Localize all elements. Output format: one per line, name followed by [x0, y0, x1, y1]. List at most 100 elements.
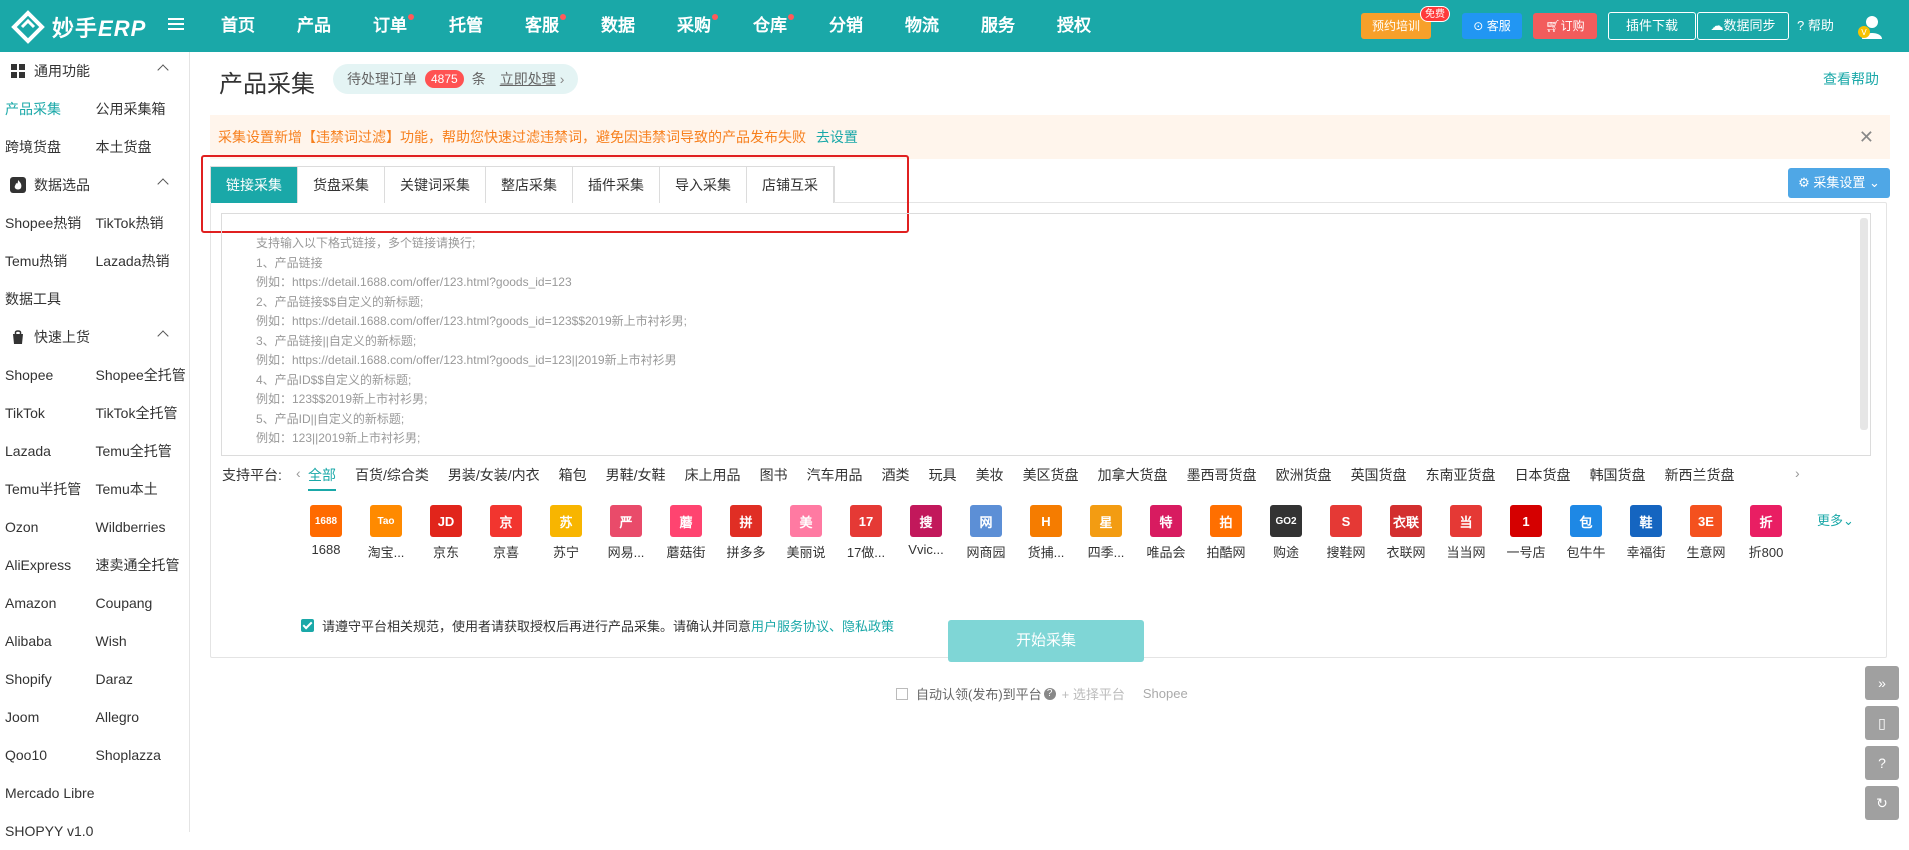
sidebar-item[interactable]: Amazon [0, 595, 96, 611]
sidebar-item[interactable]: TikTok热销 [96, 213, 189, 233]
platform-item[interactable]: 京京喜 [476, 505, 536, 561]
nav-item[interactable]: 物流 [892, 0, 952, 52]
sidebar-item[interactable]: Shopify [0, 671, 96, 687]
question-icon[interactable]: ? [1043, 687, 1056, 700]
platform-filter[interactable]: 男装/女装/内衣 [448, 465, 540, 491]
sidebar-item[interactable]: 公用采集箱 [96, 99, 189, 119]
platform-item[interactable]: 衣联 衣联网 [1376, 505, 1436, 561]
sidebar-group-quick-listing[interactable]: 快速上货 [0, 318, 189, 356]
sidebar-item[interactable]: Lazada [0, 443, 96, 459]
nav-item[interactable]: 服务 [968, 0, 1028, 52]
data-sync-button[interactable]: ☁数据同步 [1697, 12, 1789, 40]
platform-filter[interactable]: 加拿大货盘 [1098, 465, 1168, 491]
platform-item[interactable]: 蘑蘑菇街 [656, 505, 716, 561]
platform-filter[interactable]: 汽车用品 [807, 465, 863, 491]
refresh-icon[interactable]: ↻ [1865, 786, 1899, 820]
feedback-icon[interactable]: ? [1865, 746, 1899, 780]
sidebar-item[interactable]: AliExpress [0, 557, 96, 573]
platform-filter[interactable]: 酒类 [882, 465, 910, 491]
view-help-link[interactable]: 查看帮助 [1823, 69, 1879, 89]
help-button[interactable]: ? 帮助 [1797, 12, 1834, 40]
privacy-policy-link[interactable]: 隐私政策 [842, 616, 894, 635]
platform-filter[interactable]: 欧洲货盘 [1276, 465, 1332, 491]
nav-item[interactable]: 托管 [436, 0, 496, 52]
subscribe-button[interactable]: 🛒︎订购 [1533, 13, 1597, 39]
platform-filter[interactable]: 百货/综合类 [355, 465, 429, 491]
sidebar-item[interactable]: 数据工具 [0, 289, 96, 309]
sidebar-item[interactable]: Temu本土 [96, 479, 189, 499]
platform-item[interactable]: 拍拍酷网 [1196, 505, 1256, 561]
nav-item[interactable]: 产品 [284, 0, 344, 52]
sidebar-item[interactable]: 速卖通全托管 [96, 555, 189, 575]
sidebar-group-data-selection[interactable]: 数据选品 [0, 166, 189, 204]
platform-filter[interactable]: 美妆 [976, 465, 1004, 491]
platform-item[interactable]: 3E 生意网 [1676, 505, 1736, 561]
sidebar-item[interactable]: TikTok [0, 405, 96, 421]
go-settings-link[interactable]: 去设置 [816, 129, 858, 145]
platform-item[interactable]: 美美丽说 [776, 505, 836, 561]
sidebar-item[interactable]: Ozon [0, 519, 96, 535]
user-avatar-icon[interactable]: V [1856, 12, 1884, 40]
collect-settings-button[interactable]: ⚙ 采集设置 ⌄ [1788, 168, 1890, 198]
sidebar-item[interactable]: Mercado Libre [0, 785, 96, 801]
platform-filter[interactable]: 新西兰货盘 [1665, 465, 1735, 491]
sidebar-item[interactable]: 本土货盘 [96, 137, 189, 157]
sidebar-item[interactable]: Daraz [96, 671, 189, 687]
filter-scroll-right-icon[interactable]: › [1795, 465, 1800, 481]
sidebar-item[interactable]: Shopee热销 [0, 213, 96, 233]
sidebar-item[interactable]: Temu全托管 [96, 441, 189, 461]
more-platforms-link[interactable]: 更多⌄ [1817, 510, 1854, 529]
nav-item[interactable]: 仓库 [740, 0, 800, 52]
platform-filter[interactable]: 图书 [760, 465, 788, 491]
platform-item[interactable]: JD 京东 [416, 505, 476, 561]
user-agreement-link[interactable]: 用户服务协议 [751, 616, 829, 635]
platform-item[interactable]: 当当当网 [1436, 505, 1496, 561]
platform-item[interactable]: 鞋幸福街 [1616, 505, 1676, 561]
platform-filter[interactable]: 墨西哥货盘 [1187, 465, 1257, 491]
platform-item[interactable]: 苏苏宁 [536, 505, 596, 561]
sidebar-item[interactable]: 跨境货盘 [0, 137, 96, 157]
sidebar-item[interactable]: Qoo10 [0, 747, 96, 763]
process-now-link[interactable]: 立即处理 [500, 69, 556, 89]
logo[interactable]: 妙手ERP [10, 9, 146, 45]
platform-item[interactable]: 1 一号店 [1496, 505, 1556, 561]
sidebar-item[interactable]: Temu热销 [0, 251, 96, 271]
sidebar-item[interactable]: Coupang [96, 595, 189, 611]
sidebar-item[interactable]: Alibaba [0, 633, 96, 649]
plugin-download-button[interactable]: 插件下载 [1608, 12, 1696, 40]
nav-item[interactable]: 客服 [512, 0, 572, 52]
mobile-icon[interactable]: ▯ [1865, 706, 1899, 740]
customer-service-button[interactable]: ⊙ 客服 [1462, 13, 1522, 39]
platform-filter[interactable]: 东南亚货盘 [1426, 465, 1496, 491]
sidebar-item[interactable]: Shopee全托管 [96, 365, 189, 385]
platform-item[interactable]: 拼拼多多 [716, 505, 776, 561]
start-collect-button[interactable]: 开始采集 [948, 620, 1144, 662]
platform-item[interactable]: 严网易... [596, 505, 656, 561]
auto-claim-checkbox[interactable] [896, 687, 908, 700]
textarea-scrollbar[interactable] [1860, 218, 1868, 430]
sidebar-item[interactable]: Allegro [96, 709, 189, 725]
platform-filter[interactable]: 美区货盘 [1023, 465, 1079, 491]
platform-filter[interactable]: 英国货盘 [1351, 465, 1407, 491]
expand-icon[interactable]: » [1865, 666, 1899, 700]
platform-item[interactable]: 折折800 [1736, 505, 1796, 561]
platform-item[interactable]: 包包牛牛 [1556, 505, 1616, 561]
sidebar-item[interactable]: SHOPYY v1.0 [0, 823, 96, 839]
sidebar-item[interactable]: 产品采集 [0, 99, 96, 119]
platform-item[interactable]: 星四季... [1076, 505, 1136, 561]
platform-item[interactable]: 网网商园 [956, 505, 1016, 561]
sidebar-item[interactable]: Shopee [0, 367, 96, 383]
platform-filter[interactable]: 玩具 [929, 465, 957, 491]
link-input-textarea[interactable]: 支持输入以下格式链接，多个链接请换行; 1、产品链接 例如：https://deta… [221, 213, 1871, 456]
agreement-checkbox[interactable] [301, 619, 314, 632]
sidebar-group-general[interactable]: 通用功能 [0, 52, 189, 90]
platform-item[interactable]: Tao 淘宝... [356, 505, 416, 561]
sidebar-item[interactable]: Joom [0, 709, 96, 725]
platform-item[interactable]: H 货捕... [1016, 505, 1076, 561]
nav-item[interactable]: 分销 [816, 0, 876, 52]
select-platform-link[interactable]: + 选择平台 [1062, 684, 1125, 703]
platform-filter[interactable]: 日本货盘 [1515, 465, 1571, 491]
platform-item[interactable]: 17 17做... [836, 505, 896, 561]
menu-toggle-icon[interactable] [167, 15, 185, 33]
nav-item[interactable]: 订单 [360, 0, 420, 52]
